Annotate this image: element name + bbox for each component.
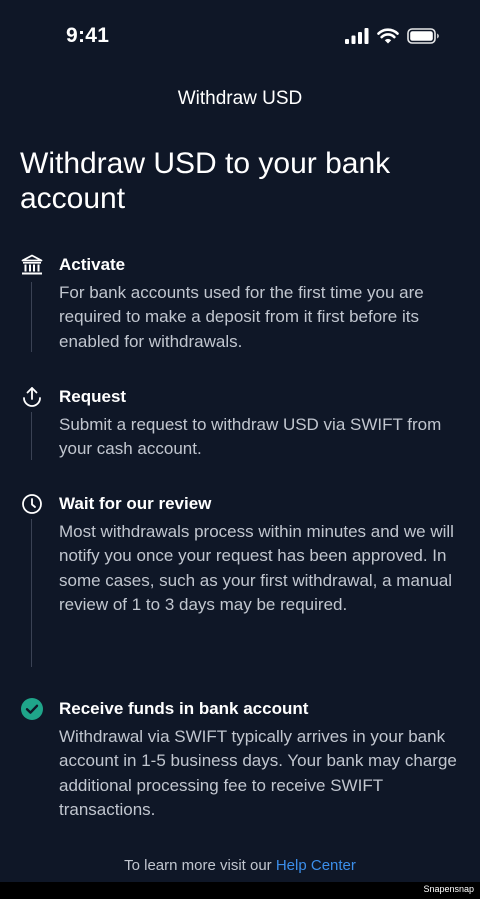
footer-help: To learn more visit our Help Center <box>0 857 480 874</box>
step-description: Withdrawal via SWIFT typically arrives i… <box>59 727 457 819</box>
help-center-link[interactable]: Help Center <box>276 857 356 874</box>
nav-title: Withdraw USD <box>177 88 303 109</box>
bank-icon <box>20 253 44 277</box>
signal-icon <box>345 28 369 44</box>
status-time: 9:41 <box>66 24 110 47</box>
step-title: Activate <box>59 255 126 274</box>
timeline-rail <box>31 282 32 352</box>
bottom-strip <box>0 882 480 899</box>
check-circle-icon <box>20 697 44 721</box>
footer-text: To learn more visit our <box>124 857 272 874</box>
timeline-rail <box>31 519 32 667</box>
clock-icon <box>20 492 44 516</box>
upload-icon <box>20 385 44 409</box>
step-title: Receive funds in bank account <box>59 699 309 718</box>
step-title: Request <box>59 387 127 406</box>
step-description: For bank accounts used for the first tim… <box>59 283 424 351</box>
step-description: Most withdrawals process within minutes … <box>59 522 454 614</box>
watermark: Snapensnap <box>423 884 474 894</box>
step-description: Submit a request to withdraw USD via SWI… <box>59 415 442 459</box>
status-bar: 9:41 <box>0 0 480 70</box>
timeline-rail <box>31 412 32 460</box>
page-heading: Withdraw USD to your bank account <box>20 147 391 215</box>
step-title: Wait for our review <box>59 494 212 513</box>
wifi-icon <box>377 28 399 44</box>
status-icons <box>345 26 440 46</box>
battery-icon <box>407 28 439 44</box>
